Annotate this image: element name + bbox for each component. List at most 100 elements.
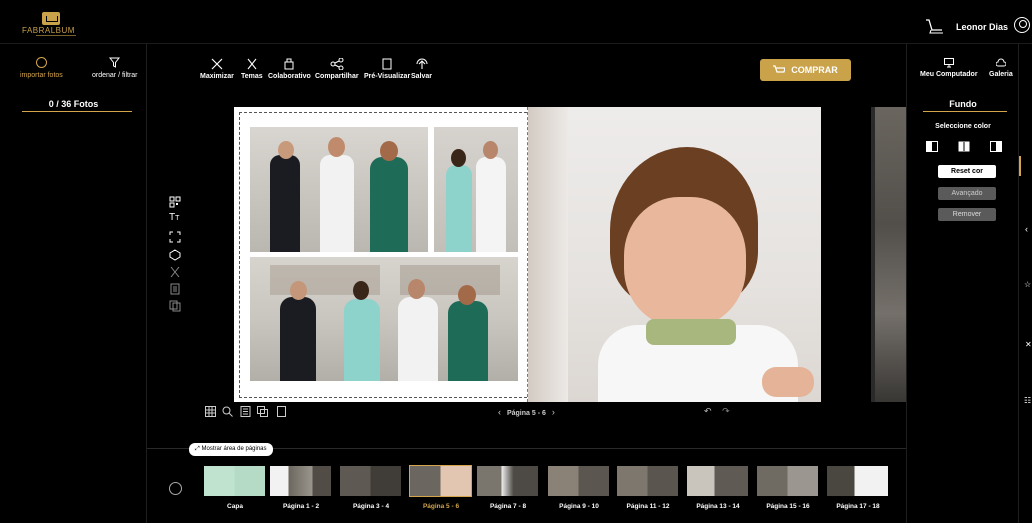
undo-icon[interactable]: ↶ — [704, 406, 712, 416]
rail-close-icon[interactable]: ✕ — [1025, 340, 1032, 349]
import-photos-button[interactable]: importar fotos — [20, 57, 63, 79]
collaborate-icon — [284, 58, 294, 70]
collaborative-label: Colaborativo — [268, 73, 311, 80]
page-thumbnail-label[interactable]: Capa — [200, 503, 270, 510]
left-page-icon[interactable] — [926, 141, 938, 152]
copy-pages-icon[interactable] — [169, 300, 181, 312]
page-thumbnail[interactable] — [409, 465, 472, 497]
save-button[interactable]: Salvar — [411, 58, 432, 80]
page-thumbnail-label[interactable]: Página 15 - 16 — [753, 503, 823, 510]
tab-gallery-label: Galeria — [989, 71, 1013, 78]
upload-save-icon — [416, 58, 428, 69]
buy-label: COMPRAR — [791, 65, 838, 75]
page-thumbnail-label[interactable]: Página 7 - 8 — [473, 503, 543, 510]
photo-child-portrait[interactable] — [528, 107, 821, 402]
next-spread-preview[interactable] — [871, 107, 906, 402]
user-name[interactable]: Leonor Dias — [956, 22, 1008, 32]
page-icon[interactable] — [169, 283, 181, 295]
page-thumbnail-label[interactable]: Página 17 - 18 — [823, 503, 893, 510]
page-layout-icon[interactable] — [240, 406, 251, 417]
page-thumbnail[interactable] — [757, 466, 818, 496]
page-thumbnail[interactable] — [270, 466, 331, 496]
sticker-icon[interactable] — [169, 249, 181, 261]
tab-my-computer-label: Meu Computador — [920, 71, 978, 78]
photo-family-group-1[interactable] — [250, 127, 428, 252]
preview-button[interactable]: Pré-Visualizar — [364, 58, 410, 80]
text-tool-icon[interactable]: TT — [169, 212, 181, 224]
rail-star-icon[interactable]: ☆ — [1024, 280, 1031, 289]
undo-redo-controls: ↶ ↷ — [704, 406, 730, 417]
zoom-icon[interactable] — [222, 406, 233, 417]
preview-icon — [382, 58, 392, 70]
page-thumbnail[interactable] — [340, 466, 401, 496]
remove-button[interactable]: Remover — [938, 208, 996, 221]
maximize-icon — [211, 58, 223, 70]
photo-family-group-2[interactable] — [250, 257, 518, 381]
logo-mark-icon — [42, 12, 60, 25]
buy-button[interactable]: COMPRAR — [760, 59, 851, 81]
page-thumbnail[interactable] — [204, 466, 265, 496]
monitor-icon — [943, 58, 954, 68]
share-button[interactable]: Compartilhar — [315, 58, 359, 80]
crop-frame-icon[interactable] — [169, 231, 181, 243]
strip-scroll-left-icon[interactable] — [169, 482, 182, 495]
rail-back-icon[interactable]: ‹ — [1025, 224, 1028, 234]
page-thumbnail[interactable] — [477, 466, 538, 496]
qr-code-icon[interactable] — [169, 196, 181, 208]
redo-icon[interactable]: ↷ — [722, 406, 730, 416]
order-filter-label: ordenar / filtrar — [92, 72, 138, 79]
themes-button[interactable]: Temas — [241, 58, 263, 80]
show-area-label: Mostrar área de páginas — [201, 446, 267, 452]
tab-my-computer[interactable]: Meu Computador — [920, 58, 978, 78]
current-page-label: Página 5 - 6 — [506, 410, 546, 417]
page-thumbnail[interactable] — [617, 466, 678, 496]
show-area-icon: ⤢ — [195, 446, 200, 452]
advanced-button[interactable]: Avançado — [938, 187, 996, 200]
next-page-icon[interactable]: › — [552, 407, 555, 417]
both-pages-icon[interactable] — [958, 141, 970, 152]
page-thumbnail-label[interactable]: Página 13 - 14 — [683, 503, 753, 510]
collaborative-button[interactable]: Colaborativo — [268, 58, 311, 80]
photo-count: 0 / 36 Fotos — [48, 99, 99, 109]
duplicate-icon[interactable] — [257, 406, 268, 417]
page-thumbnail[interactable] — [548, 466, 609, 496]
page-navigator: ‹ Página 5 - 6 › — [498, 407, 555, 417]
scissors-icon — [247, 58, 257, 70]
order-filter-button[interactable]: ordenar / filtrar — [92, 57, 138, 79]
select-color-label: Seleccione color — [935, 123, 991, 130]
right-page-icon[interactable] — [990, 141, 1002, 152]
scissors-icon[interactable] — [169, 266, 181, 278]
brand-logo[interactable]: FABRALBUM — [22, 12, 84, 38]
user-account-icon[interactable] — [1014, 17, 1030, 33]
maximize-label: Maximizar — [200, 73, 234, 80]
cloud-icon — [995, 58, 1006, 67]
page-thumbnail-label[interactable]: Página 3 - 4 — [336, 503, 406, 510]
tab-gallery[interactable]: Galeria — [989, 58, 1013, 78]
share-label: Compartilhar — [315, 73, 359, 80]
page-thumbnail[interactable] — [687, 466, 748, 496]
background-section-title: Fundo — [949, 99, 977, 109]
show-page-area-toggle[interactable]: ⤢ Mostrar área de páginas — [189, 443, 273, 456]
filter-icon — [109, 57, 121, 68]
page-thumbnail-label[interactable]: Página 5 - 6 — [406, 503, 476, 510]
right-panel: Meu Computador Galeria Fundo Seleccione … — [906, 44, 1018, 523]
import-photos-label: importar fotos — [20, 72, 63, 79]
photo-couple[interactable] — [434, 127, 518, 252]
page-thumbnail-label[interactable]: Página 9 - 10 — [544, 503, 614, 510]
page-thumbnail-label[interactable]: Página 1 - 2 — [266, 503, 336, 510]
album-spread-canvas[interactable] — [234, 107, 821, 402]
previous-page-icon[interactable]: ‹ — [498, 407, 501, 417]
themes-label: Temas — [241, 73, 263, 80]
maximize-button[interactable]: Maximizar — [200, 58, 234, 80]
save-label: Salvar — [411, 73, 433, 80]
page-thumbnail[interactable] — [827, 466, 888, 496]
grid-icon[interactable] — [205, 406, 216, 417]
background-title-divider — [923, 111, 1007, 112]
blank-page-icon[interactable] — [276, 406, 287, 417]
share-icon — [330, 58, 344, 70]
reset-color-button[interactable]: Reset cor — [938, 165, 996, 178]
rail-grid-icon[interactable]: ☷ — [1024, 396, 1031, 405]
logo-text: FABRALBUM — [22, 26, 75, 35]
cart-icon[interactable] — [925, 18, 945, 36]
page-thumbnail-label[interactable]: Página 11 - 12 — [613, 503, 683, 510]
